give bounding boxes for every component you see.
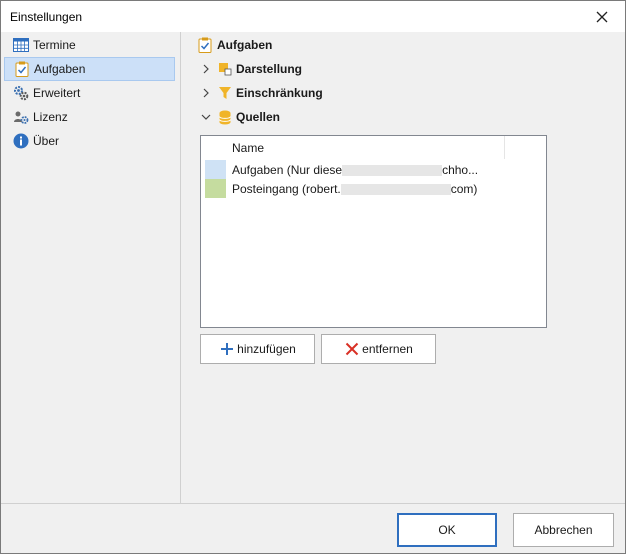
ok-button-label: OK — [438, 523, 456, 537]
nav-item-aufgaben[interactable]: Aufgaben — [4, 57, 175, 81]
ok-button[interactable]: OK — [397, 513, 497, 547]
clipboard-check-icon — [197, 37, 213, 53]
color-swatch — [205, 160, 226, 179]
tree-item-label: Einschränkung — [236, 86, 323, 100]
column-header-label: Name — [232, 140, 265, 155]
database-icon — [217, 109, 233, 125]
clipboard-check-icon — [14, 61, 30, 77]
column-header-name[interactable]: Name — [226, 136, 505, 159]
list-item-label: Aufgaben (Nur diese chho... — [232, 163, 478, 177]
chevron-right-icon[interactable] — [199, 86, 213, 100]
redacted-block — [340, 183, 451, 195]
window-title: Einstellungen — [10, 10, 83, 24]
filter-icon — [217, 85, 233, 101]
chevron-right-icon[interactable] — [199, 62, 213, 76]
dialog-footer: OK Abbrechen — [1, 503, 625, 554]
title-bar: Einstellungen — [1, 1, 625, 32]
list-item-label-end: chho... — [442, 162, 479, 177]
tree-item-quellen[interactable]: Quellen — [199, 109, 280, 125]
page-title: Aufgaben — [197, 37, 272, 53]
nav-item-label: Über — [33, 134, 60, 148]
settings-dialog: Einstellungen Termine Aufgaben Erweitert… — [0, 0, 626, 554]
palette-icon — [217, 61, 233, 77]
cancel-button[interactable]: Abbrechen — [513, 513, 614, 547]
remove-source-button[interactable]: entfernen — [321, 334, 436, 364]
list-item-label-start: Posteingang (robert. — [232, 181, 341, 196]
info-icon — [13, 133, 29, 149]
list-item-label-end: com) — [450, 181, 478, 196]
sources-list[interactable]: Name Aufgaben (Nur diese chho... Posteing… — [200, 135, 547, 328]
nav-item-ueber[interactable]: Über — [4, 129, 175, 153]
cancel-button-label: Abbrechen — [534, 523, 593, 537]
plus-icon — [219, 341, 235, 357]
nav-item-lizenz[interactable]: Lizenz — [4, 105, 175, 129]
color-swatch — [205, 179, 226, 198]
nav-item-termine[interactable]: Termine — [4, 33, 175, 57]
nav-item-label: Termine — [33, 38, 76, 52]
nav-item-label: Aufgaben — [34, 62, 86, 76]
add-source-label: hinzufügen — [237, 342, 296, 356]
nav-item-erweitert[interactable]: Erweitert — [4, 81, 175, 105]
tree-item-label: Quellen — [236, 110, 281, 124]
tree-item-einschraenkung[interactable]: Einschränkung — [199, 85, 323, 101]
calendar-grid-icon — [13, 37, 29, 53]
list-item[interactable]: Aufgaben (Nur diese chho... — [205, 160, 505, 179]
nav-item-label: Lizenz — [33, 110, 68, 124]
list-item-label-start: Aufgaben (Nur diese — [232, 162, 343, 177]
close-icon[interactable] — [589, 5, 615, 29]
chevron-down-icon[interactable] — [199, 110, 213, 124]
list-item-label: Posteingang (robert. com) — [232, 182, 477, 196]
remove-source-label: entfernen — [362, 342, 413, 356]
list-item[interactable]: Posteingang (robert. com) — [205, 179, 505, 198]
nav-item-label: Erweitert — [33, 86, 81, 100]
tree-item-darstellung[interactable]: Darstellung — [199, 61, 302, 77]
settings-nav: Termine Aufgaben Erweitert Lizenz Über — [1, 32, 181, 503]
add-source-button[interactable]: hinzufügen — [200, 334, 315, 364]
gears-icon — [13, 85, 29, 101]
tree-item-label: Darstellung — [236, 62, 303, 76]
page-title-label: Aufgaben — [217, 38, 273, 52]
redacted-block — [342, 164, 443, 176]
users-gear-icon — [13, 109, 29, 125]
remove-x-icon — [344, 341, 360, 357]
